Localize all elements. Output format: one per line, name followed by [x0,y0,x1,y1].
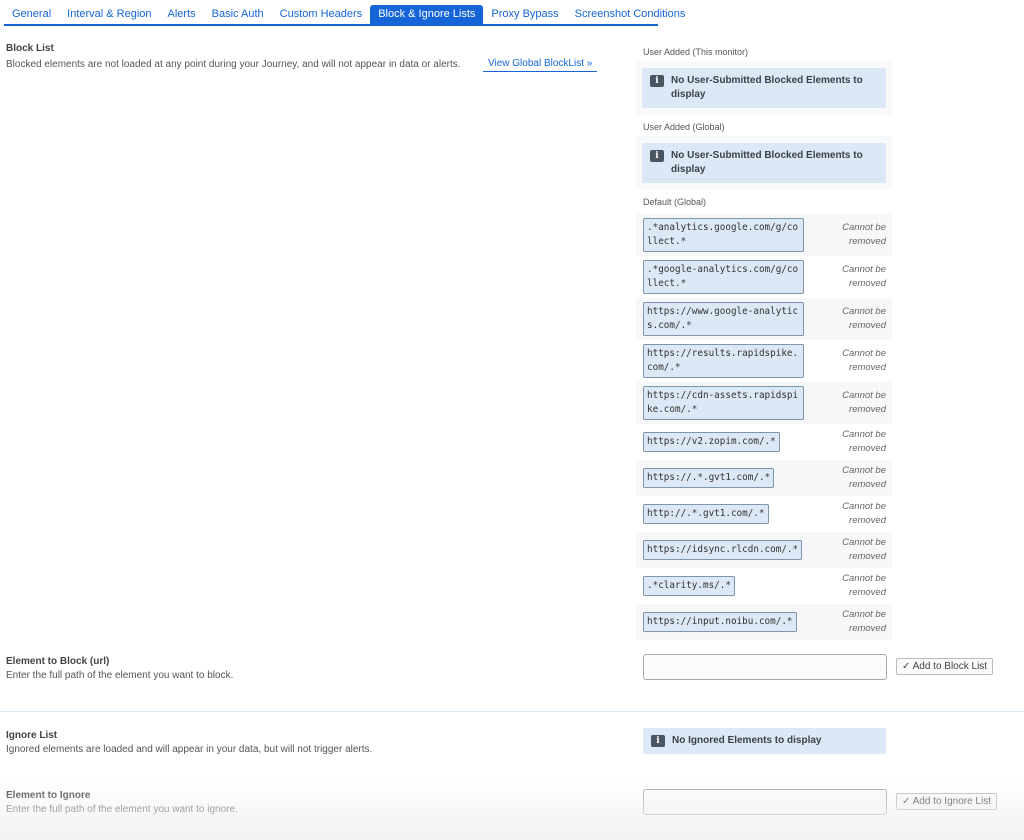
group-label-default-global: Default (Global) [643,197,707,207]
cannot-remove-note: Cannot be removed [842,306,886,331]
info-icon: i [651,735,665,747]
cannot-remove-note: Cannot be removed [842,537,886,562]
cannot-remove-note: Cannot be removed [842,390,886,415]
element-to-block-title: Element to Block (url) [6,656,110,667]
info-icon: i [650,75,664,87]
tab-custom-headers[interactable]: Custom Headers [272,5,371,24]
ignore-list-title: Ignore List [6,730,58,741]
ignore-list-empty-panel: i No Ignored Elements to display [643,728,886,754]
rule-row: .*google-analytics.com/g/collect.* Cannot… [636,256,892,298]
rule-pattern: http://.*.gvt1.com/.* [643,504,769,524]
info-alert: i No User-Submitted Blocked Elements to … [642,143,886,183]
rule-row: https://cdn-assets.rapidspike.com/.* Cann… [636,382,892,424]
user-global-empty-panel: i No User-Submitted Blocked Elements to … [636,136,892,190]
rule-pattern: https://www.google-analytics.com/.* [643,302,804,336]
tab-bar: General Interval & Region Alerts Basic A… [4,5,685,26]
rule-pattern: https://v2.zopim.com/.* [643,432,780,452]
cannot-remove-note: Cannot be removed [842,222,886,247]
empty-message: No User-Submitted Blocked Elements to di… [671,75,863,100]
rule-pattern: https://results.rapidspike.com/.* [643,344,804,378]
ignore-url-input[interactable] [643,789,887,815]
cannot-remove-note: Cannot be removed [842,573,886,598]
rule-row: https://results.rapidspike.com/.* Cannot … [636,340,892,382]
view-global-blocklist-link[interactable]: View Global BlockList » [483,58,598,72]
rule-pattern: https://cdn-assets.rapidspike.com/.* [643,386,804,420]
rule-pattern: .*google-analytics.com/g/collect.* [643,260,804,294]
tab-general[interactable]: General [4,5,59,24]
cannot-remove-note: Cannot be removed [842,501,886,526]
cannot-remove-note: Cannot be removed [842,429,886,454]
element-to-ignore-title: Element to Ignore [6,790,91,801]
tab-interval-region[interactable]: Interval & Region [59,5,159,24]
default-rules-list: .*analytics.google.com/g/collect.* Cannot… [636,214,892,640]
cannot-remove-note: Cannot be removed [842,264,886,289]
empty-message: No Ignored Elements to display [672,735,822,746]
rule-pattern: https://idsync.rlcdn.com/.* [643,540,803,560]
cannot-remove-note: Cannot be removed [842,465,886,490]
rule-row: https://www.google-analytics.com/.* Canno… [636,298,892,340]
cannot-remove-note: Cannot be removed [842,609,886,634]
tab-proxy-bypass[interactable]: Proxy Bypass [483,5,566,24]
rule-row: https://v2.zopim.com/.* Cannot be removed [636,424,892,460]
rule-row: https://idsync.rlcdn.com/.* Cannot be rem… [636,532,892,568]
info-icon: i [650,150,664,162]
tab-alerts[interactable]: Alerts [160,5,204,24]
rule-row: https://input.noibu.com/.* Cannot be remo… [636,604,892,640]
empty-message: No User-Submitted Blocked Elements to di… [671,150,863,175]
ignore-list-description: Ignored elements are loaded and will app… [6,744,373,755]
block-list-description: Blocked elements are not loaded at any p… [6,59,461,70]
this-monitor-empty-panel: i No User-Submitted Blocked Elements to … [636,61,892,115]
element-to-block-description: Enter the full path of the element you w… [6,670,234,681]
tab-block-ignore-lists[interactable]: Block & Ignore Lists [370,5,484,24]
rule-row: .*analytics.google.com/g/collect.* Cannot… [636,214,892,256]
add-to-block-list-button[interactable]: ✓ Add to Block List [896,658,994,675]
rule-pattern: https://input.noibu.com/.* [643,612,797,632]
info-alert: i No Ignored Elements to display [643,728,886,754]
rule-pattern: https://.*.gvt1.com/.* [643,468,775,488]
group-label-user-global: User Added (Global) [643,122,725,132]
rule-row: https://.*.gvt1.com/.* Cannot be removed [636,460,892,496]
cannot-remove-note: Cannot be removed [842,348,886,373]
tab-screenshot-conditions[interactable]: Screenshot Conditions [567,5,694,24]
block-url-input[interactable] [643,654,887,680]
rule-pattern: .*clarity.ms/.* [643,576,735,596]
group-label-this-monitor: User Added (This monitor) [643,47,749,57]
block-list-title: Block List [6,43,54,54]
rule-pattern: .*analytics.google.com/g/collect.* [643,218,804,252]
tab-basic-auth[interactable]: Basic Auth [204,5,272,24]
info-alert: i No User-Submitted Blocked Elements to … [642,68,886,108]
rule-row: http://.*.gvt1.com/.* Cannot be removed [636,496,892,532]
section-divider [0,711,1024,712]
element-to-ignore-description: Enter the full path of the element you w… [6,804,238,815]
add-to-ignore-list-button[interactable]: ✓ Add to Ignore List [896,793,997,810]
rule-row: .*clarity.ms/.* Cannot be removed [636,568,892,604]
